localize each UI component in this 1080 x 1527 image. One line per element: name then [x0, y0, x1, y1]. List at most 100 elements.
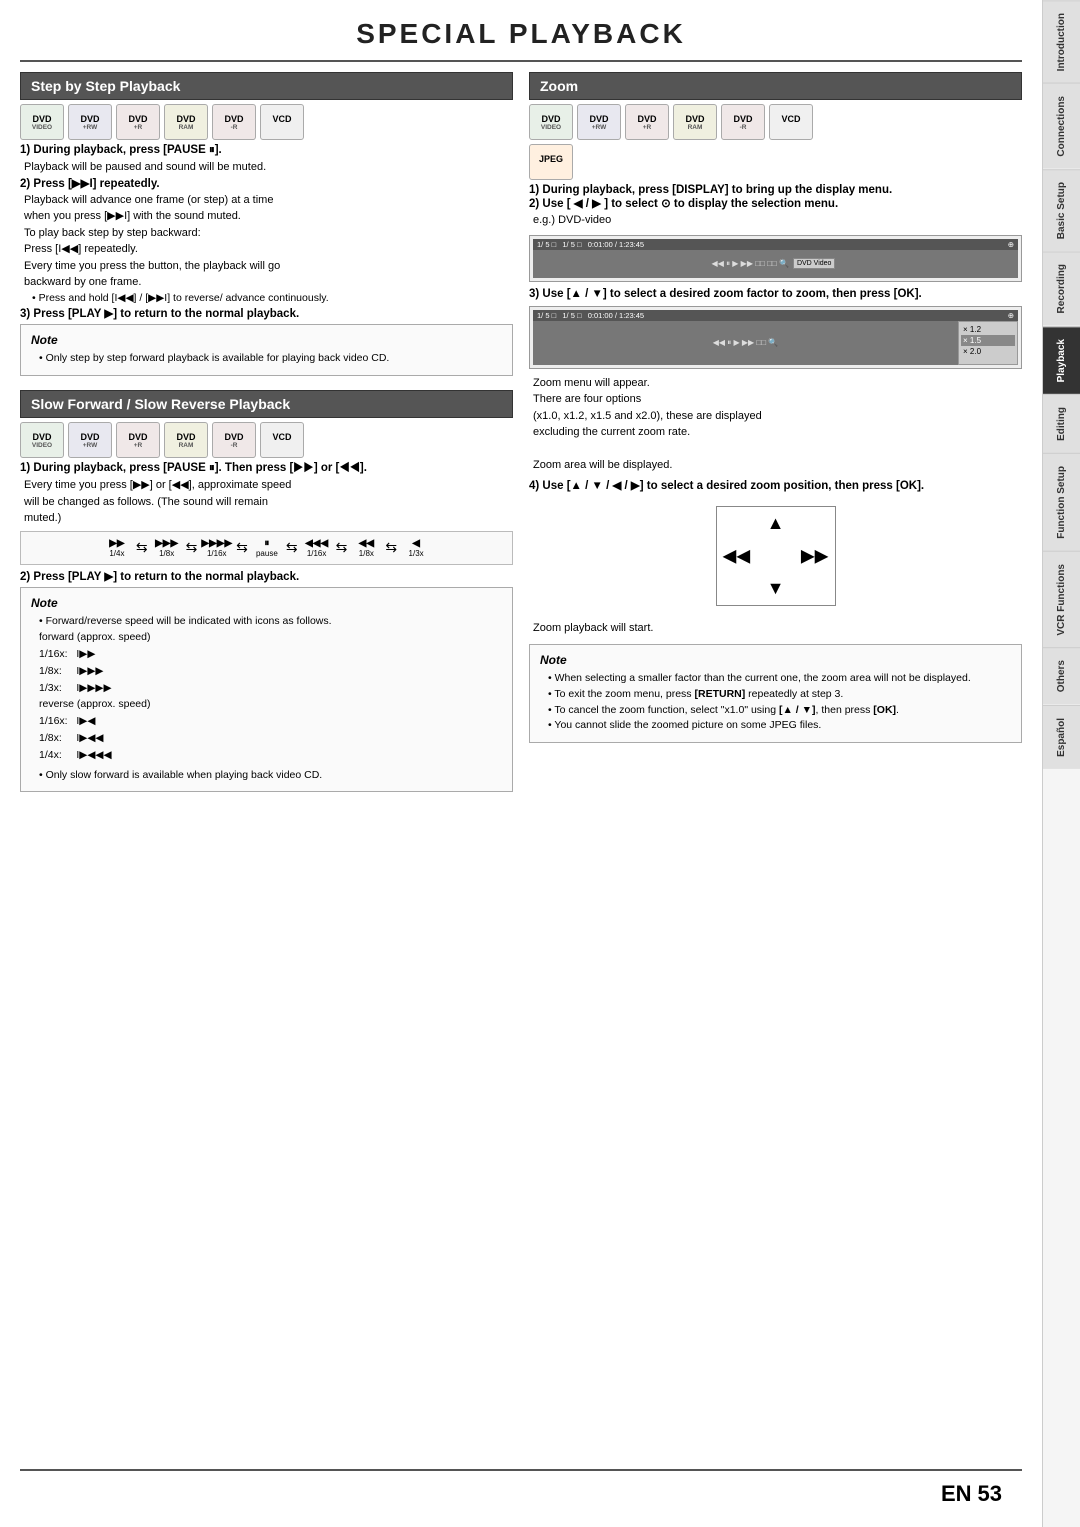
sidebar-tab-vcr-functions[interactable]: VCR Functions [1043, 551, 1080, 648]
page-wrapper: SPECIAL PLAYBACK Step by Step Playback D… [0, 0, 1080, 1527]
zoom-right-arrow: ▶▶ [801, 545, 829, 566]
slow-playback-section: Slow Forward / Slow Reverse Playback DVD… [20, 390, 513, 796]
page-en-label: EN [941, 1481, 972, 1507]
zoom-disc-dvdram: DVD RAM [673, 104, 717, 140]
zoom-step4-note: Zoom playback will start. [529, 620, 1022, 637]
zoom-screen-1: 1/ 5 □ 1/ 5 □ 0:01:00 / 1:23:45 ⊕ ◀◀ ⏸ ▶… [529, 235, 1022, 282]
zoom-screen-2: 1/ 5 □ 1/ 5 □ 0:01:00 / 1:23:45 ⊕ ◀◀ ⏸ ▶… [529, 306, 1022, 369]
zoom-step2-sub: e.g.) DVD-video [529, 212, 1022, 229]
slow-playback-header: Slow Forward / Slow Reverse Playback [20, 390, 513, 418]
slow-step1-body: Every time you press [▶▶] or [◀◀], appro… [20, 477, 513, 527]
sidebar-tab-function-setup[interactable]: Function Setup [1043, 453, 1080, 551]
slow-disc-dvdrw: DVD +RW [68, 422, 112, 458]
slow-playback-note: Note Forward/reverse speed will be indic… [20, 587, 513, 793]
speed-1-16x-rev: ◀◀◀ 1/16x [302, 538, 332, 558]
sidebar-tab-editing[interactable]: Editing [1043, 394, 1080, 453]
note-title: Note [31, 333, 502, 347]
slow-step2-title: 2) Press [PLAY ▶] to return to the norma… [20, 569, 513, 583]
disc-icon-dvd-ram: DVD RAM [164, 104, 208, 140]
slow-disc-dvd: DVD VIDEO [20, 422, 64, 458]
speed-1-3x: ◀ 1/3x [401, 538, 431, 558]
slow-step2: 2) Press [PLAY ▶] to return to the norma… [20, 569, 513, 583]
zoom-step3-title: 3) Use [▲ / ▼] to select a desired zoom … [529, 288, 1022, 300]
disc-icon-dvd-minus-r: DVD -R [212, 104, 256, 140]
zoom-disc-dvd: DVD VIDEO [529, 104, 573, 140]
zoom-note: Note When selecting a smaller factor tha… [529, 644, 1022, 743]
sidebar-tab-espanol[interactable]: Español [1043, 705, 1080, 769]
zoom-screen-bar-2: 1/ 5 □ 1/ 5 □ 0:01:00 / 1:23:45 ⊕ [533, 310, 1018, 321]
slow-disc-dvdram: DVD RAM [164, 422, 208, 458]
zoom-screen-content-1: ◀◀ ⏸ ▶ ▶▶ □□ □□ 🔍 DVD Video [533, 250, 1018, 278]
slow-note-body: Forward/reverse speed will be indicated … [31, 614, 502, 784]
step1-title: 1) During playback, press [PAUSE ⏸]. [20, 144, 513, 157]
page-title: SPECIAL PLAYBACK [20, 18, 1022, 50]
zoom-note-body: When selecting a smaller factor than the… [540, 671, 1011, 734]
sidebar-tab-recording[interactable]: Recording [1043, 251, 1080, 325]
zoom-header: Zoom [529, 72, 1022, 100]
step3-title: 3) Press [PLAY ▶] to return to the norma… [20, 306, 513, 320]
step-playback-header: Step by Step Playback [20, 72, 513, 100]
slow-step1-title: 1) During playback, press [PAUSE ⏸]. The… [20, 462, 513, 475]
slow-disc-dvdminusr: DVD -R [212, 422, 256, 458]
slow-note-title: Note [31, 596, 502, 610]
zoom-down-arrow: ▼ [767, 578, 785, 599]
zoom-screen-bar-1: 1/ 5 □ 1/ 5 □ 0:01:00 / 1:23:45 ⊕ [533, 239, 1018, 250]
step1-body: Playback will be paused and sound will b… [20, 159, 513, 176]
slow-disc-dvdr: DVD +R [116, 422, 160, 458]
zoom-note-title: Note [540, 653, 1011, 667]
page-number: 53 [978, 1481, 1002, 1507]
disc-icon-dvd-r: DVD +R [116, 104, 160, 140]
step-playback-note: Note Only step by step forward playback … [20, 324, 513, 376]
zoom-disc-vcd: VCD [769, 104, 813, 140]
sidebar-tab-playback[interactable]: Playback [1043, 326, 1080, 394]
sidebar-tab-introduction[interactable]: Introduction [1043, 0, 1080, 83]
speed-1-16x-fwd: ▶▶▶▶ 1/16x [201, 538, 232, 558]
speed-pause: ⏸ pause [252, 538, 282, 558]
slow-playback-disc-icons: DVD VIDEO DVD +RW DVD +R DVD [20, 422, 513, 458]
right-column: Zoom DVD VIDEO DVD +RW DVD + [529, 72, 1022, 1459]
slow-step1: 1) During playback, press [PAUSE ⏸]. The… [20, 462, 513, 527]
speed-diagram: ▶▶ 1/4x ⇆ ▶▶▶ 1/8x ⇆ ▶▶▶▶ 1/16x [20, 531, 513, 565]
zoom-disc-dvdr: DVD +R [625, 104, 669, 140]
zoom-up-arrow: ▲ [767, 513, 785, 534]
step-playback-step3: 3) Press [PLAY ▶] to return to the norma… [20, 306, 513, 320]
zoom-section: Zoom DVD VIDEO DVD +RW DVD + [529, 72, 1022, 747]
zoom-disc-dvdminusr: DVD -R [721, 104, 765, 140]
step2-body: Playback will advance one frame (or step… [20, 192, 513, 307]
zoom-left-arrow: ◀◀ [723, 545, 751, 566]
zoom-step2: 2) Use [ ◀ / ▶ ] to select ⊙ to display … [529, 196, 1022, 229]
speed-1-8x: ▶▶▶ 1/8x [152, 538, 182, 558]
note-body: Only step by step forward playback is av… [31, 351, 502, 367]
left-column: Step by Step Playback DVD VIDEO DVD +RW … [20, 72, 513, 1459]
slow-disc-vcd: VCD [260, 422, 304, 458]
sidebar-tab-basic-setup[interactable]: Basic Setup [1043, 169, 1080, 251]
zoom-options-panel: × 1.2 × 1.5 × 2.0 [958, 321, 1018, 365]
page-title-bar: SPECIAL PLAYBACK [20, 0, 1022, 62]
zoom-step4: 4) Use [▲ / ▼ / ◀ / ▶] to select a desir… [529, 478, 1022, 492]
zoom-disc-icons: DVD VIDEO DVD +RW DVD +R DVD [529, 104, 1022, 140]
disc-icon-vcd: VCD [260, 104, 304, 140]
step-playback-disc-icons: DVD VIDEO DVD +RW DVD +R DVD [20, 104, 513, 140]
page-footer: EN 53 [20, 1469, 1022, 1517]
zoom-step1-title: 1) During playback, press [DISPLAY] to b… [529, 184, 1022, 196]
disc-icon-dvd-video: DVD VIDEO [20, 104, 64, 140]
zoom-step2-title: 2) Use [ ◀ / ▶ ] to select ⊙ to display … [529, 196, 1022, 210]
zoom-position-container: ▲ ▼ ◀◀ ▶▶ [529, 500, 1022, 612]
zoom-step3-notes: Zoom menu will appear. There are four op… [529, 375, 1022, 474]
zoom-step4-title: 4) Use [▲ / ▼ / ◀ / ▶] to select a desir… [529, 478, 1022, 492]
speed-1-4x: ▶▶ 1/4x [102, 538, 132, 558]
zoom-step3: 3) Use [▲ / ▼] to select a desired zoom … [529, 288, 1022, 300]
zoom-disc-dvdrw: DVD +RW [577, 104, 621, 140]
step-playback-step1: 1) During playback, press [PAUSE ⏸]. Pla… [20, 144, 513, 176]
main-content: SPECIAL PLAYBACK Step by Step Playback D… [0, 0, 1042, 1527]
step-playback-section: Step by Step Playback DVD VIDEO DVD +RW … [20, 72, 513, 380]
sidebar-tab-connections[interactable]: Connections [1043, 83, 1080, 169]
step-playback-step2: 2) Press [▶▶I] repeatedly. Playback will… [20, 176, 513, 307]
sidebar-right: Introduction Connections Basic Setup Rec… [1042, 0, 1080, 1527]
content-columns: Step by Step Playback DVD VIDEO DVD +RW … [0, 62, 1042, 1469]
zoom-position-diagram: ▲ ▼ ◀◀ ▶▶ [716, 506, 836, 606]
zoom-disc-jpeg: JPEG [529, 144, 573, 180]
sidebar-tab-others[interactable]: Others [1043, 647, 1080, 704]
speed-1-8x-rev: ◀◀ 1/8x [351, 538, 381, 558]
disc-icon-dvd-rw: DVD +RW [68, 104, 112, 140]
